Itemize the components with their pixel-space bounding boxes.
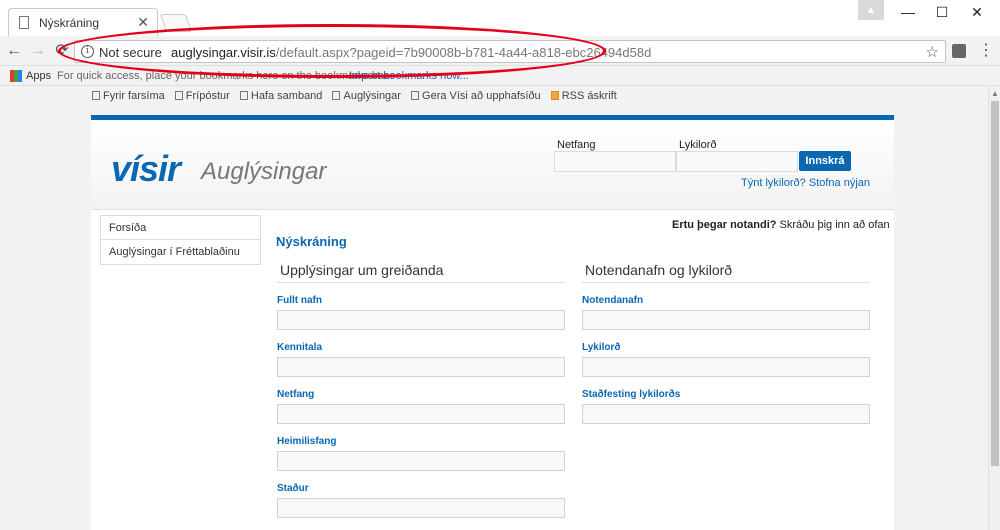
forgot-password-link[interactable]: Týnt lykilorð? bbox=[741, 177, 806, 189]
logo-subtitle: Auglýsingar bbox=[201, 158, 327, 185]
ssn-field: Kennitala bbox=[277, 342, 565, 377]
security-label: Not secure bbox=[99, 45, 162, 60]
tab-title: Nýskráning bbox=[39, 16, 100, 30]
email-field-label: Netfang bbox=[277, 389, 315, 400]
site-header: vísir Auglýsingar Netfang Lykilorð Innsk… bbox=[91, 120, 894, 210]
ssn-label: Kennitala bbox=[277, 342, 323, 353]
forward-button[interactable]: → bbox=[28, 41, 48, 61]
sidebar: Forsíða Auglýsingar í Fréttablaðinu bbox=[100, 215, 261, 265]
city-field: Staður bbox=[277, 483, 565, 518]
login-password-input[interactable] bbox=[676, 151, 798, 172]
address-field: Heimilisfang bbox=[277, 436, 565, 471]
account-section-title: Notendanafn og lykilorð bbox=[582, 262, 870, 283]
rss-icon bbox=[550, 91, 559, 100]
home-icon bbox=[411, 91, 420, 100]
confirm-password-input[interactable] bbox=[582, 404, 870, 424]
bookmarks-bar: Apps For quick access, place your bookma… bbox=[0, 66, 1000, 86]
email-field: Netfang bbox=[277, 389, 565, 424]
mail-icon bbox=[174, 91, 183, 100]
login-button[interactable]: Innskrá bbox=[799, 151, 851, 171]
signup-link[interactable]: Stofna nýjan bbox=[809, 177, 870, 189]
top-link-mobile[interactable]: Fyrir farsíma bbox=[92, 90, 165, 102]
existing-user-hint: Skráðu þig inn að ofan bbox=[776, 219, 890, 231]
full-name-field: Fullt nafn bbox=[277, 295, 565, 330]
account-section: Notendanafn og lykilorð Notendanafn Lyki… bbox=[582, 262, 870, 424]
top-link-ads[interactable]: Auglýsingar bbox=[332, 90, 401, 102]
page-scrollbar[interactable]: ▲ bbox=[988, 87, 1000, 530]
confirm-password-label: Staðfesting lykilorðs bbox=[582, 389, 681, 400]
info-icon[interactable]: i bbox=[81, 45, 94, 58]
url-path: /default.aspx?pageid=7b90008b-b781-4a44-… bbox=[275, 45, 652, 60]
full-name-input[interactable] bbox=[277, 310, 565, 330]
sidebar-item-home[interactable]: Forsíða bbox=[100, 215, 261, 240]
new-tab-button[interactable] bbox=[159, 14, 193, 32]
email-label: Netfang bbox=[557, 139, 596, 151]
site-container: vísir Auglýsingar Netfang Lykilorð Innsk… bbox=[91, 115, 894, 530]
phone-icon bbox=[92, 91, 100, 100]
user-icon[interactable]: ▲ bbox=[858, 0, 884, 20]
address-input[interactable] bbox=[277, 451, 565, 471]
top-links: Fyrir farsíma Frípóstur Hafa samband Aug… bbox=[92, 90, 624, 102]
page-icon bbox=[19, 16, 29, 29]
username-field: Notendanafn bbox=[582, 295, 870, 330]
login-email-input[interactable] bbox=[554, 151, 676, 172]
username-label: Notendanafn bbox=[582, 295, 644, 306]
top-link-label: Hafa samband bbox=[250, 90, 323, 102]
password-field: Lykilorð bbox=[582, 342, 870, 377]
page-title: Nýskráning bbox=[276, 234, 347, 249]
menu-icon[interactable]: ⋮ bbox=[978, 42, 994, 60]
existing-user-note: Ertu þegar notandi? Skráðu þig inn að of… bbox=[672, 219, 890, 231]
top-link-homepage[interactable]: Gera Vísi að upphafsíðu bbox=[411, 90, 541, 102]
email-input[interactable] bbox=[277, 404, 565, 424]
password-label: Lykilorð bbox=[679, 139, 717, 151]
ad-icon bbox=[332, 91, 341, 100]
payer-info-section: Upplýsingar um greiðanda Fullt nafn Kenn… bbox=[277, 262, 565, 518]
password-input[interactable] bbox=[582, 357, 870, 377]
top-link-label: Fyrir farsíma bbox=[103, 90, 165, 102]
top-link-label: Gera Vísi að upphafsíðu bbox=[422, 90, 541, 102]
reload-button[interactable]: ⟳ bbox=[52, 41, 72, 61]
top-link-label: Auglýsingar bbox=[343, 90, 401, 102]
apps-label[interactable]: Apps bbox=[26, 70, 51, 82]
apps-icon[interactable] bbox=[10, 70, 22, 82]
browser-tab[interactable]: Nýskráning ✕ bbox=[8, 8, 158, 36]
username-input[interactable] bbox=[582, 310, 870, 330]
top-link-label: Frípóstur bbox=[185, 90, 230, 102]
ssn-input[interactable] bbox=[277, 357, 565, 377]
bookmark-star-icon[interactable]: ☆ bbox=[926, 43, 939, 61]
close-window-button[interactable]: ✕ bbox=[957, 0, 997, 24]
full-name-label: Fullt nafn bbox=[277, 295, 322, 306]
sidebar-item-newspaper-ads[interactable]: Auglýsingar í Fréttablaðinu bbox=[100, 240, 261, 265]
confirm-password-field: Staðfesting lykilorðs bbox=[582, 389, 870, 424]
back-button[interactable]: ← bbox=[4, 41, 24, 61]
city-label: Staður bbox=[277, 483, 309, 494]
page-viewport: Fyrir farsíma Frípóstur Hafa samband Aug… bbox=[0, 87, 988, 530]
existing-user-question: Ertu þegar notandi? bbox=[672, 219, 777, 231]
chat-icon bbox=[239, 91, 248, 100]
scroll-up-icon[interactable]: ▲ bbox=[991, 89, 999, 98]
address-label: Heimilisfang bbox=[277, 436, 337, 447]
url-host: auglysingar.visir.is bbox=[171, 45, 276, 60]
address-bar[interactable]: i Not secure auglysingar.visir.is/defaul… bbox=[74, 40, 946, 63]
extension-icon[interactable] bbox=[952, 44, 966, 58]
top-link-mail[interactable]: Frípóstur bbox=[174, 90, 230, 102]
browser-toolbar: ← → ⟳ i Not secure auglysingar.visir.is/… bbox=[0, 36, 1000, 66]
top-link-contact[interactable]: Hafa samband bbox=[239, 90, 323, 102]
maximize-button[interactable]: ☐ bbox=[922, 0, 962, 24]
city-input[interactable] bbox=[277, 498, 565, 518]
password-field-label: Lykilorð bbox=[582, 342, 621, 353]
scrollbar-thumb[interactable] bbox=[991, 101, 999, 466]
bookmarks-hint: For quick access, place your bookmarks h… bbox=[57, 70, 391, 82]
login-links: Týnt lykilorð? Stofna nýjan bbox=[741, 177, 870, 189]
payer-section-title: Upplýsingar um greiðanda bbox=[277, 262, 565, 283]
url-text[interactable]: auglysingar.visir.is/default.aspx?pageid… bbox=[171, 45, 651, 60]
top-link-label: RSS áskrift bbox=[561, 90, 617, 102]
import-bookmarks-link[interactable]: Import bookmarks now... bbox=[349, 70, 469, 82]
top-link-rss[interactable]: RSS áskrift bbox=[550, 90, 617, 102]
browser-titlebar: Nýskráning ✕ ▲ — ☐ ✕ bbox=[0, 0, 1000, 36]
logo[interactable]: vísir bbox=[111, 148, 181, 190]
tab-close-icon[interactable]: ✕ bbox=[137, 14, 149, 31]
